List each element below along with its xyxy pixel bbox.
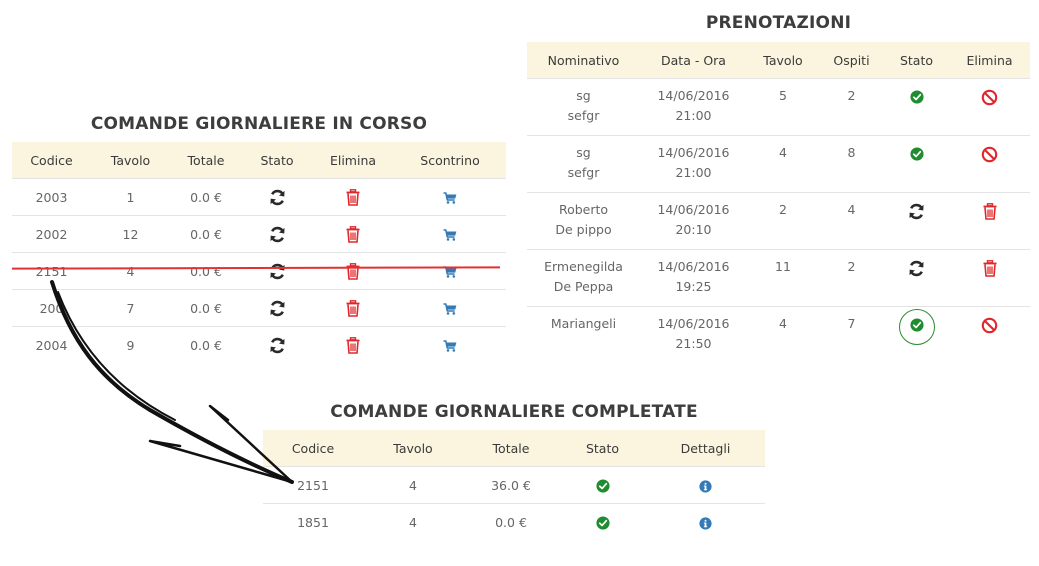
- annotation-arrow: [50, 280, 294, 484]
